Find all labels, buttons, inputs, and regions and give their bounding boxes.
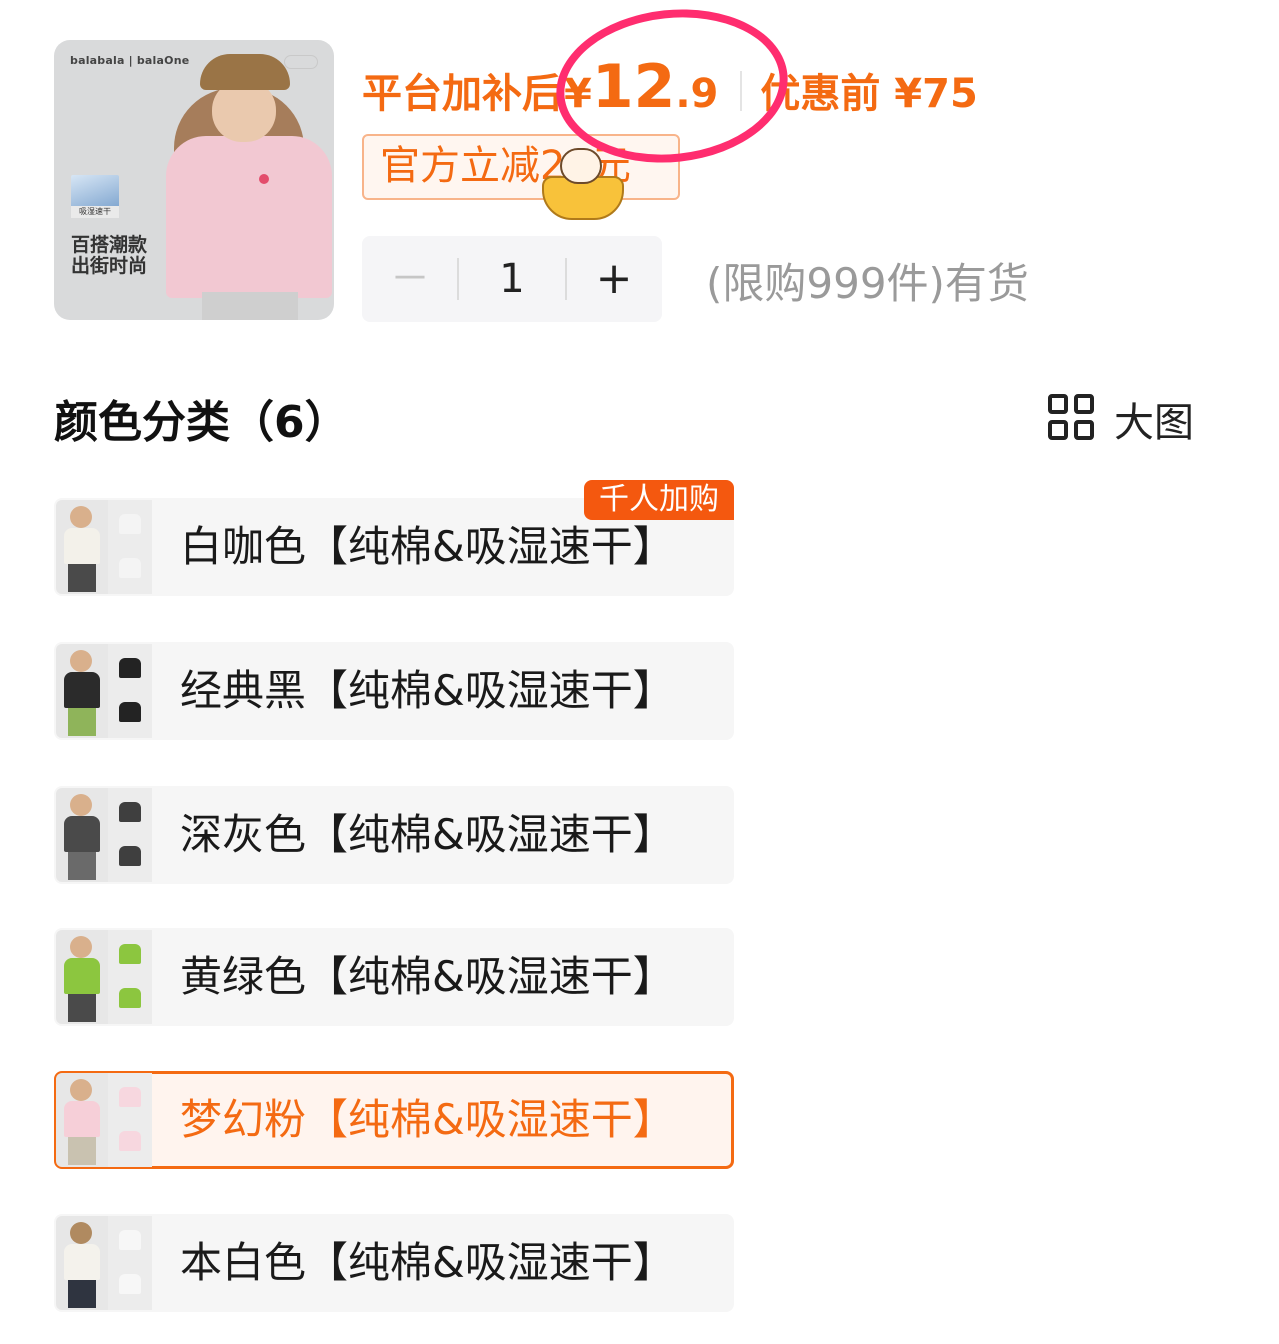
model-thumbnail [56,788,108,882]
model-shirt [166,136,332,298]
model-pants [202,292,298,320]
quantity-value[interactable]: 1 [472,236,552,322]
stepper-divider [565,258,567,300]
model-thumbnail [56,930,108,1024]
color-option-label: 深灰色【纯棉&吸湿速干】 [180,810,675,859]
model-thumbnail [56,1073,108,1167]
decrease-button[interactable]: － [380,236,440,322]
flower-logo-icon [259,174,269,184]
shirt-thumbnail [108,500,152,594]
color-option-6[interactable]: 本白色【纯棉&吸湿速干】 [54,1214,734,1312]
color-option-label: 本白色【纯棉&吸湿速干】 [180,1238,675,1287]
price-line: 平台加补后¥12.9 优惠前 ¥75 [362,52,978,122]
color-option-label: 黄绿色【纯棉&吸湿速干】 [180,952,675,1001]
shirt-thumbnail [108,644,152,738]
shirt-thumbnail [108,1073,152,1167]
increase-button[interactable]: + [584,236,644,322]
color-option-4[interactable]: 黄绿色【纯棉&吸湿速干】 [54,928,734,1026]
slogan-line-1: 百搭潮款 [71,234,148,256]
popular-badge: 千人加购 [584,480,734,520]
shirt-thumbnail [108,1216,152,1310]
quantity-stepper: － 1 + [362,236,662,322]
mascot-head [560,148,602,184]
product-image[interactable]: balabala | balaOne 吸湿速干 百搭潮款 出街时尚 [54,40,334,320]
color-section-title: 颜色分类（6） [54,397,349,448]
model-hat [200,54,290,90]
product-slogan: 百搭潮款 出街时尚 [71,235,147,277]
coupon-badge[interactable]: 官方立减20元 [362,134,680,200]
model-thumbnail [56,1216,108,1310]
large-image-label: 大图 [1114,400,1194,446]
stock-status: (限购999件)有货 [706,259,1029,308]
color-option-3[interactable]: 深灰色【纯棉&吸湿速干】 [54,786,734,884]
corner-tag [284,55,318,69]
fabric-tech-label: 吸湿速干 [71,206,119,218]
color-option-label: 梦幻粉【纯棉&吸湿速干】 [180,1095,675,1144]
grid-icon [1048,394,1096,442]
fabric-tech-icon [71,175,119,209]
color-option-5-selected[interactable]: 梦幻粉【纯棉&吸湿速干】 [54,1071,734,1169]
model-thumbnail [56,500,108,594]
shirt-thumbnail [108,788,152,882]
price-label: 平台加补后 [362,71,562,117]
price-divider [740,71,743,111]
color-option-label: 经典黑【纯棉&吸湿速干】 [180,666,675,715]
brand-logo: balabala | balaOne [70,54,190,67]
shirt-thumbnail [108,930,152,1024]
original-price: 优惠前 ¥75 [760,71,978,117]
stepper-divider [457,258,459,300]
price-currency: ¥ [564,71,592,117]
price-decimal: .9 [675,71,719,117]
mascot-sticker-icon [540,148,626,222]
slogan-line-2: 出街时尚 [71,255,148,277]
color-option-2[interactable]: 经典黑【纯棉&吸湿速干】 [54,642,734,740]
price-integer: 12 [591,52,676,122]
model-thumbnail [56,644,108,738]
